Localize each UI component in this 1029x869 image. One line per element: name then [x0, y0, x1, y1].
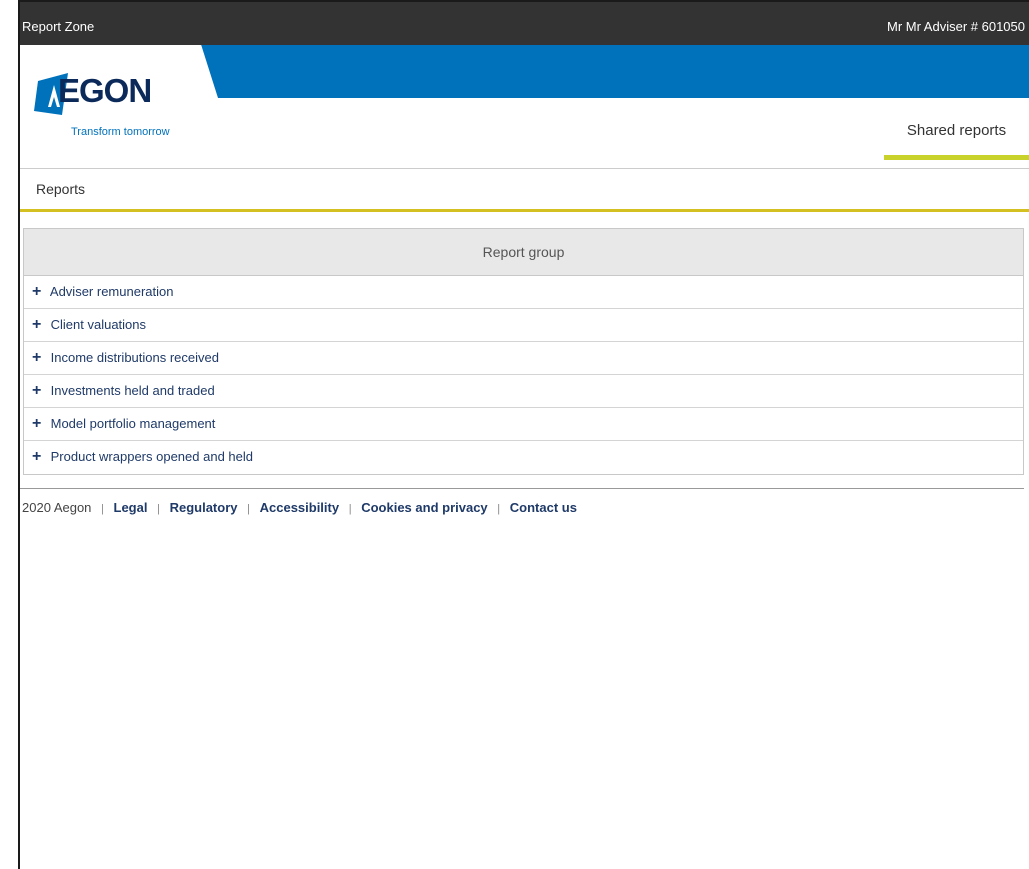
expand-plus-icon: + — [32, 349, 42, 366]
report-group-row-investments[interactable]: + Investments held and traded — [24, 375, 1023, 408]
tab-shared-reports[interactable]: Shared reports — [884, 108, 1029, 160]
app-title: Report Zone — [22, 19, 95, 34]
footer-separator: | — [348, 503, 352, 515]
report-group-row-product-wrappers[interactable]: + Product wrappers opened and held — [24, 441, 1023, 474]
footer-link-accessibility[interactable]: Accessibility — [260, 500, 340, 515]
footer-separator: | — [497, 503, 501, 515]
report-group-row-model-portfolio[interactable]: + Model portfolio management — [24, 408, 1023, 441]
report-group-label: Client valuations — [50, 317, 147, 332]
footer-separator: | — [101, 503, 104, 515]
expand-plus-icon: + — [32, 448, 42, 465]
report-group-label: Income distributions received — [50, 350, 219, 365]
site-header: EGON Transform tomorrow Shared reports — [20, 45, 1029, 169]
footer-link-legal[interactable]: Legal — [114, 500, 148, 515]
footer-link-regulatory[interactable]: Regulatory — [170, 500, 238, 515]
report-group-table: Report group + Adviser remuneration + Cl… — [23, 228, 1024, 475]
footer-link-contact-us[interactable]: Contact us — [510, 500, 577, 515]
report-group-row-client-valuations[interactable]: + Client valuations — [24, 309, 1023, 342]
footer: 2020 Aegon | Legal | Regulatory | Access… — [22, 500, 577, 515]
report-group-label: Investments held and traded — [50, 383, 215, 398]
footer-separator: | — [247, 503, 250, 515]
expand-plus-icon: + — [32, 316, 42, 333]
report-group-label: Product wrappers opened and held — [50, 449, 253, 464]
report-group-row-adviser-remuneration[interactable]: + Adviser remuneration — [24, 276, 1023, 309]
expand-plus-icon: + — [32, 415, 42, 432]
expand-plus-icon: + — [32, 382, 42, 399]
aegon-logo[interactable]: EGON — [34, 71, 204, 119]
active-tab-indicator — [884, 155, 1029, 160]
breadcrumb-divider — [20, 209, 1029, 212]
report-group-label: Model portfolio management — [50, 416, 216, 431]
report-group-header: Report group — [24, 229, 1023, 276]
breadcrumb-bar: Reports — [20, 169, 1029, 212]
expand-plus-icon: + — [32, 283, 42, 300]
report-group-label: Adviser remuneration — [49, 284, 174, 299]
aegon-logo-text: EGON — [58, 72, 152, 109]
brand-band — [190, 45, 1029, 98]
footer-copyright: 2020 Aegon — [22, 500, 92, 515]
report-group-row-income-distributions[interactable]: + Income distributions received — [24, 342, 1023, 375]
footer-separator: | — [157, 503, 160, 515]
footer-link-cookies-privacy[interactable]: Cookies and privacy — [361, 500, 487, 515]
tab-shared-reports-label: Shared reports — [906, 122, 1007, 139]
user-info[interactable]: Mr Mr Adviser # 601050 — [887, 19, 1025, 34]
top-bar: Report Zone Mr Mr Adviser # 601050 — [20, 2, 1029, 45]
breadcrumb: Reports — [36, 181, 86, 197]
brand-tagline: Transform tomorrow — [71, 126, 170, 138]
app-frame: Report Zone Mr Mr Adviser # 601050 EGON … — [18, 0, 1029, 869]
footer-divider — [20, 488, 1024, 489]
